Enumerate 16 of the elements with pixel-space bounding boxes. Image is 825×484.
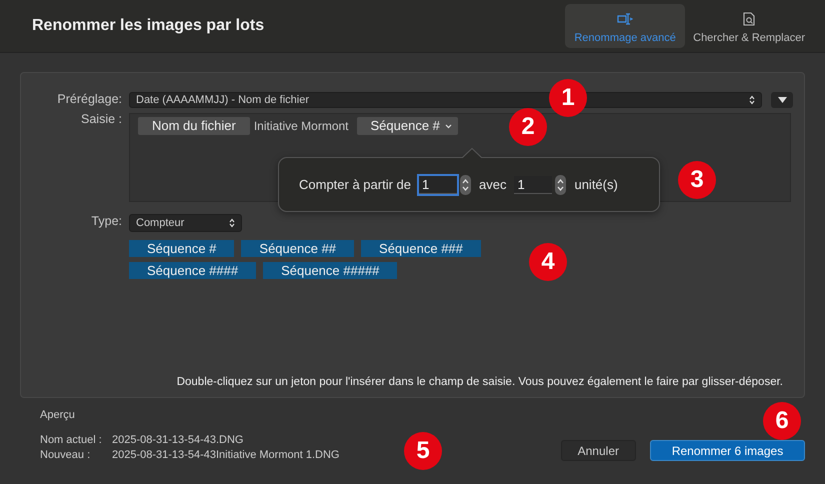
- window-title: Renommer les images par lots: [32, 17, 264, 35]
- field-label: Saisie :: [80, 112, 123, 126]
- preview-value: 2025-08-31-13-54-43Initiative Mormont 1.DNG: [112, 448, 340, 463]
- typed-text: Initiative Mormont: [254, 118, 349, 135]
- field-label: Type:: [90, 214, 123, 228]
- preview-label: Nouveau :: [40, 448, 92, 463]
- preview-title: Aperçu: [40, 409, 76, 421]
- with-label: avec: [479, 177, 506, 192]
- preview-value: 2025-08-31-13-54-43.DNG: [112, 433, 244, 448]
- start-label: Compter à partir de: [299, 177, 411, 192]
- field-label: Préréglage:: [56, 92, 123, 106]
- unit-label: unité(s): [574, 177, 618, 192]
- preview-label: Nom actuel :: [40, 433, 103, 448]
- callout-number: 5: [404, 432, 442, 470]
- callout-number: 6: [763, 402, 801, 440]
- hint-text: Double-cliquez sur un jeton pour l'insérer dans le champ de saisie. Vous pouvez également le faire par glisser-déposer.: [176, 376, 784, 388]
